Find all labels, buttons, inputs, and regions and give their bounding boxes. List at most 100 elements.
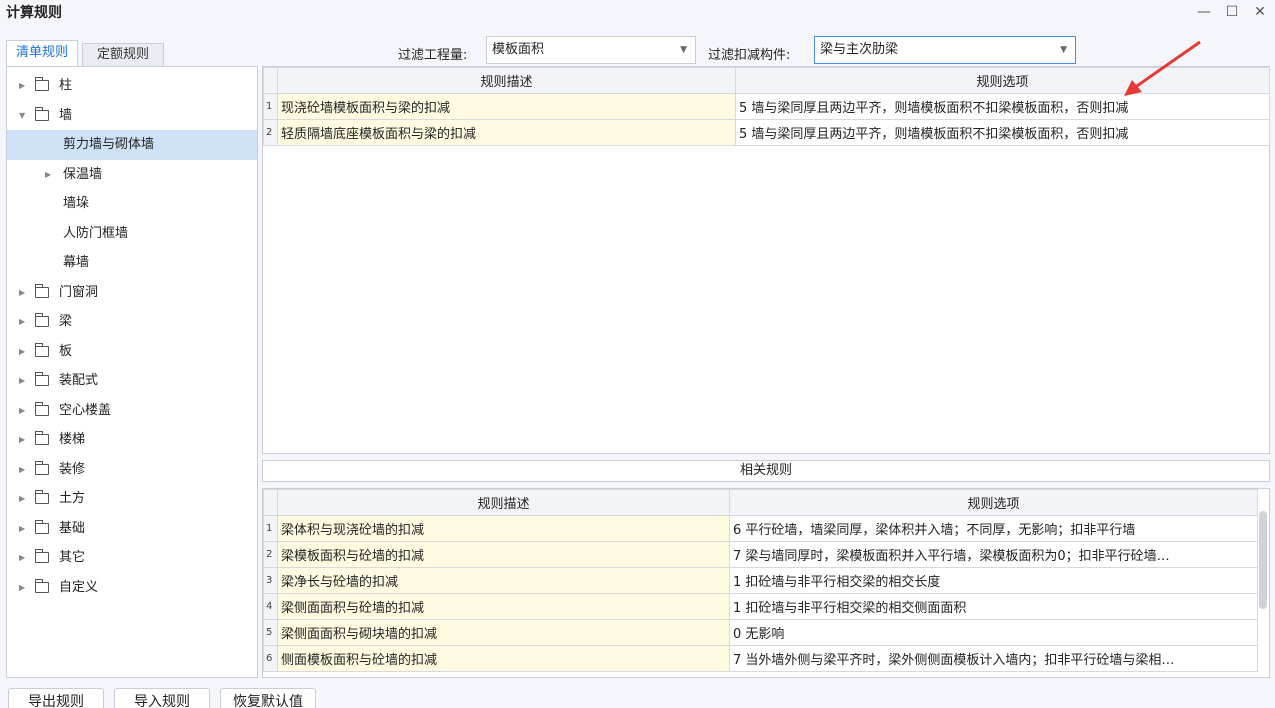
header-option: 规则选项 <box>729 489 1258 516</box>
component-tree: ▶ 柱 ▼ 墙剪力墙与砌体墙 ▶ 保温墙 墙垛 人防门框墙 幕墙 ▶ 门窗洞 ▶ 梁 ▶ 板 ▶ 装配式 ▶ 空心楼… <box>6 66 258 678</box>
tree-node[interactable]: ▼ 墙 <box>7 101 257 131</box>
corner-cell <box>263 67 278 94</box>
folder-icon <box>35 342 49 357</box>
collapse-arrow-icon[interactable]: ▶ <box>19 278 25 308</box>
restore-defaults-button[interactable]: 恢复默认值 <box>220 688 316 708</box>
tree-node[interactable]: 剪力墙与砌体墙 <box>7 130 257 160</box>
tree-node-label: 土方 <box>59 491 86 506</box>
collapse-arrow-icon[interactable]: ▶ <box>19 543 25 573</box>
tree-node[interactable]: 墙垛 <box>7 189 257 219</box>
collapse-arrow-icon[interactable]: ▶ <box>19 396 25 426</box>
import-rules-button[interactable]: 导入规则 <box>114 688 210 708</box>
related-rules-title: 相关规则 <box>262 460 1270 482</box>
tree-node[interactable]: ▶ 其它 <box>7 543 257 573</box>
tree-node[interactable]: ▶ 门窗洞 <box>7 278 257 308</box>
tree-node-label: 墙 <box>59 107 73 123</box>
maximize-icon[interactable]: ☐ <box>1218 0 1246 26</box>
tree-node-label: 楼梯 <box>59 432 86 447</box>
rule-description-cell: 梁体积与现浇砼墙的扣减 <box>277 515 730 542</box>
folder-icon <box>35 401 49 416</box>
minimize-icon[interactable]: — <box>1190 0 1218 26</box>
rule-option-cell[interactable]: 5 墙与梁同厚且两边平齐，则墙模板面积不扣梁模板面积，否则扣减 <box>735 119 1270 146</box>
tab-quota-rules[interactable]: 定额规则 <box>82 43 164 66</box>
table-row[interactable]: 3 梁净长与砼墙的扣减 1 扣砼墙与非平行相交梁的相交长度 <box>263 567 1258 594</box>
tree-node[interactable]: ▶ 土方 <box>7 484 257 514</box>
tree-node-label: 装配式 <box>59 373 99 388</box>
chevron-down-icon: ▼ <box>680 45 687 55</box>
collapse-arrow-icon[interactable]: ▶ <box>19 425 25 455</box>
tree-node[interactable]: ▶ 装配式 <box>7 366 257 396</box>
collapse-arrow-icon[interactable]: ▶ <box>19 71 25 101</box>
main-rules-table: 规则描述 规则选项 1 现浇砼墙模板面积与梁的扣减 5 墙与梁同厚且两边平齐，则墙模… <box>263 67 1270 146</box>
table-row[interactable]: 5 梁侧面面积与砌块墙的扣减 0 无影响 <box>263 619 1258 646</box>
expand-arrow-icon[interactable]: ▼ <box>19 101 25 131</box>
arrow-head <box>1124 80 1142 96</box>
rule-option-cell[interactable]: 1 扣砼墙与非平行相交梁的相交侧面面积 <box>729 593 1258 620</box>
rule-option-cell[interactable]: 1 扣砼墙与非平行相交梁的相交长度 <box>729 567 1258 594</box>
collapse-arrow-icon[interactable]: ▶ <box>19 455 25 485</box>
filter-component-select[interactable]: 梁与主次肋梁 ▼ <box>814 36 1076 64</box>
tree-node-label: 幕墙 <box>63 255 90 270</box>
row-number: 4 <box>263 593 278 620</box>
folder-icon <box>35 549 49 563</box>
rule-description-cell: 梁侧面面积与砌块墙的扣减 <box>277 619 730 646</box>
rule-description-cell: 梁净长与砼墙的扣减 <box>277 567 730 594</box>
header-desc: 规则描述 <box>277 489 730 516</box>
rule-option-cell[interactable]: 7 当外墙外侧与梁平齐时，梁外侧侧面模板计入墙内；扣非平行砼墙与梁相… <box>729 645 1258 672</box>
collapse-arrow-icon[interactable]: ▶ <box>19 337 25 367</box>
corner-cell <box>263 489 278 516</box>
rule-option-cell[interactable]: 7 梁与墙同厚时，梁模板面积并入平行墙，梁模板面积为0；扣非平行砼墙… <box>729 541 1258 568</box>
tree-node[interactable]: ▶ 柱 <box>7 71 257 101</box>
arrow-line <box>1133 40 1201 90</box>
folder-icon <box>35 372 49 386</box>
rule-description-cell: 轻质隔墙底座模板面积与梁的扣减 <box>277 119 736 146</box>
table-row[interactable]: 2 梁模板面积与砼墙的扣减 7 梁与墙同厚时，梁模板面积并入平行墙，梁模板面积为0；… <box>263 541 1258 568</box>
table-row[interactable]: 4 梁侧面面积与砼墙的扣减 1 扣砼墙与非平行相交梁的相交侧面面积 <box>263 593 1258 620</box>
row-number: 1 <box>263 93 278 120</box>
close-icon[interactable]: ✕ <box>1246 0 1274 26</box>
tree-node-label: 自定义 <box>59 579 99 595</box>
tab-bill-rules[interactable]: 清单规则 <box>6 40 78 66</box>
tree-node-label: 墙垛 <box>63 196 90 211</box>
chevron-down-icon: ▼ <box>1060 45 1067 55</box>
tree-node[interactable]: ▶ 空心楼盖 <box>7 396 257 426</box>
collapse-arrow-icon[interactable]: ▶ <box>45 160 51 190</box>
tree-node[interactable]: ▶ 楼梯 <box>7 425 257 455</box>
folder-icon <box>35 460 49 475</box>
table-row[interactable]: 6 侧面模板面积与砼墙的扣减 7 当外墙外侧与梁平齐时，梁外侧侧面模板计入墙内；扣非… <box>263 645 1258 672</box>
filter-quantity-label: 过滤工程量: <box>398 48 468 63</box>
export-rules-button[interactable]: 导出规则 <box>8 688 104 708</box>
row-number: 1 <box>263 515 278 542</box>
tree-node-label: 门窗洞 <box>59 284 99 300</box>
table-row[interactable]: 2 轻质隔墙底座模板面积与梁的扣减 5 墙与梁同厚且两边平齐，则墙模板面积不扣梁模板… <box>263 119 1270 146</box>
main-table-header: 规则描述 规则选项 <box>263 67 1270 94</box>
folder-icon <box>35 490 49 504</box>
tree-node[interactable]: ▶ 基础 <box>7 514 257 544</box>
collapse-arrow-icon[interactable]: ▶ <box>19 514 25 544</box>
rule-option-cell[interactable]: 6 平行砼墙，墙梁同厚，梁体积并入墙；不同厚，无影响；扣非平行墙 <box>729 515 1258 542</box>
filter-quantity-value: 模板面积 <box>492 42 545 57</box>
collapse-arrow-icon[interactable]: ▶ <box>19 307 25 337</box>
tree-node[interactable]: ▶ 保温墙 <box>7 160 257 190</box>
folder-icon <box>35 431 49 445</box>
rule-description-cell: 梁模板面积与砼墙的扣减 <box>277 541 730 568</box>
collapse-arrow-icon[interactable]: ▶ <box>19 573 25 603</box>
rule-description-cell: 现浇砼墙模板面积与梁的扣减 <box>277 93 736 120</box>
tree-node[interactable]: ▶ 板 <box>7 337 257 367</box>
rule-option-cell[interactable]: 0 无影响 <box>729 619 1258 646</box>
table-row[interactable]: 1 梁体积与现浇砼墙的扣减 6 平行砼墙，墙梁同厚，梁体积并入墙；不同厚，无影响；扣… <box>263 515 1258 542</box>
tree-node[interactable]: 幕墙 <box>7 248 257 278</box>
tree-node[interactable]: ▶ 自定义 <box>7 573 257 603</box>
vertical-scrollbar[interactable] <box>1259 511 1267 609</box>
filter-quantity-select[interactable]: 模板面积 ▼ <box>486 36 696 64</box>
folder-icon <box>35 578 49 593</box>
tree-node[interactable]: 人防门框墙 <box>7 219 257 249</box>
collapse-arrow-icon[interactable]: ▶ <box>19 484 25 514</box>
main-rules-panel: 规则描述 规则选项 1 现浇砼墙模板面积与梁的扣减 5 墙与梁同厚且两边平齐，则墙模… <box>262 66 1270 454</box>
tree-node[interactable]: ▶ 装修 <box>7 455 257 485</box>
table-row[interactable]: 1 现浇砼墙模板面积与梁的扣减 5 墙与梁同厚且两边平齐，则墙模板面积不扣梁模板面积… <box>263 93 1270 120</box>
collapse-arrow-icon[interactable]: ▶ <box>19 366 25 396</box>
tree-node-label: 其它 <box>59 550 86 565</box>
tree-node-label: 装修 <box>59 461 86 477</box>
tree-node[interactable]: ▶ 梁 <box>7 307 257 337</box>
